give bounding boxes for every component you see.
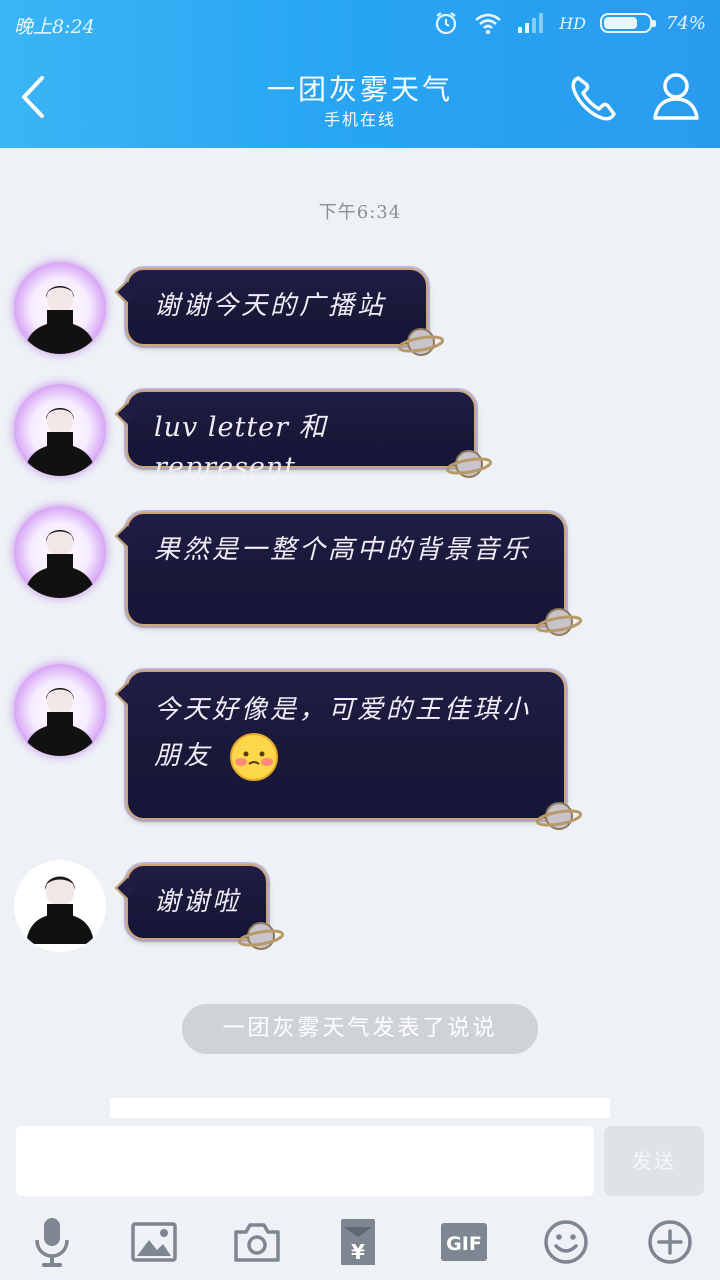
message-bubble[interactable]: 谢谢啦 <box>126 864 285 950</box>
red-packet-icon[interactable]: ¥ <box>328 1212 388 1272</box>
signal-icon <box>517 12 545 34</box>
battery-icon <box>599 13 656 33</box>
planet-icon <box>535 602 583 642</box>
image-icon[interactable] <box>124 1212 184 1272</box>
message-text: 今天好像是，可爱的王佳琪小朋友 <box>154 695 532 771</box>
plus-icon[interactable] <box>640 1212 700 1272</box>
message-bubble[interactable]: luv letter 和 represent <box>126 390 493 483</box>
message-text: 谢谢今天的广播站 <box>154 291 387 321</box>
message-text: luv letter 和 represent <box>154 412 327 483</box>
blush-emoji-icon <box>229 732 279 782</box>
avatar[interactable] <box>14 664 106 756</box>
planet-icon <box>237 916 285 956</box>
header-bar: 晚上8:24 HD 74% 一团灰雾天气 手机在线 <box>0 0 720 148</box>
avatar[interactable] <box>14 384 106 476</box>
phone-icon[interactable] <box>568 72 622 124</box>
status-bar: 晚上8:24 HD 74% <box>0 0 720 46</box>
message-timestamp: 下午6:34 <box>318 202 402 223</box>
network-label: HD <box>559 13 586 33</box>
profile-icon[interactable] <box>650 70 702 122</box>
message-text: 谢谢啦 <box>154 887 242 917</box>
wifi-icon <box>473 11 503 35</box>
emoji-icon[interactable] <box>536 1212 596 1272</box>
planet-icon <box>445 444 493 484</box>
message-bubble[interactable]: 谢谢今天的广播站 <box>126 268 445 356</box>
planet-icon <box>397 322 445 362</box>
avatar[interactable] <box>14 860 106 952</box>
alarm-icon <box>433 10 459 36</box>
gif-label: GIF <box>446 1233 482 1255</box>
camera-icon[interactable] <box>227 1212 287 1272</box>
microphone-icon[interactable] <box>22 1212 82 1272</box>
status-time: 晚上8:24 <box>14 16 95 38</box>
input-toolbar: ¥ GIF <box>0 1212 720 1272</box>
avatar[interactable] <box>14 262 106 354</box>
planet-icon <box>535 796 583 836</box>
svg-text:¥: ¥ <box>351 1240 365 1264</box>
send-button[interactable]: 发送 <box>604 1126 704 1196</box>
avatar[interactable] <box>14 506 106 598</box>
status-icons: HD 74% <box>433 10 706 36</box>
message-bubble[interactable]: 果然是一整个高中的背景音乐 <box>126 512 583 636</box>
post-notice[interactable]: 一团灰雾天气发表了说说 <box>182 1004 538 1054</box>
gif-icon[interactable]: GIF <box>434 1212 494 1272</box>
message-input[interactable] <box>16 1126 594 1196</box>
message-bubble[interactable]: 今天好像是，可爱的王佳琪小朋友 <box>126 670 583 830</box>
battery-percent: 74% <box>665 12 706 34</box>
message-text: 果然是一整个高中的背景音乐 <box>154 535 532 565</box>
